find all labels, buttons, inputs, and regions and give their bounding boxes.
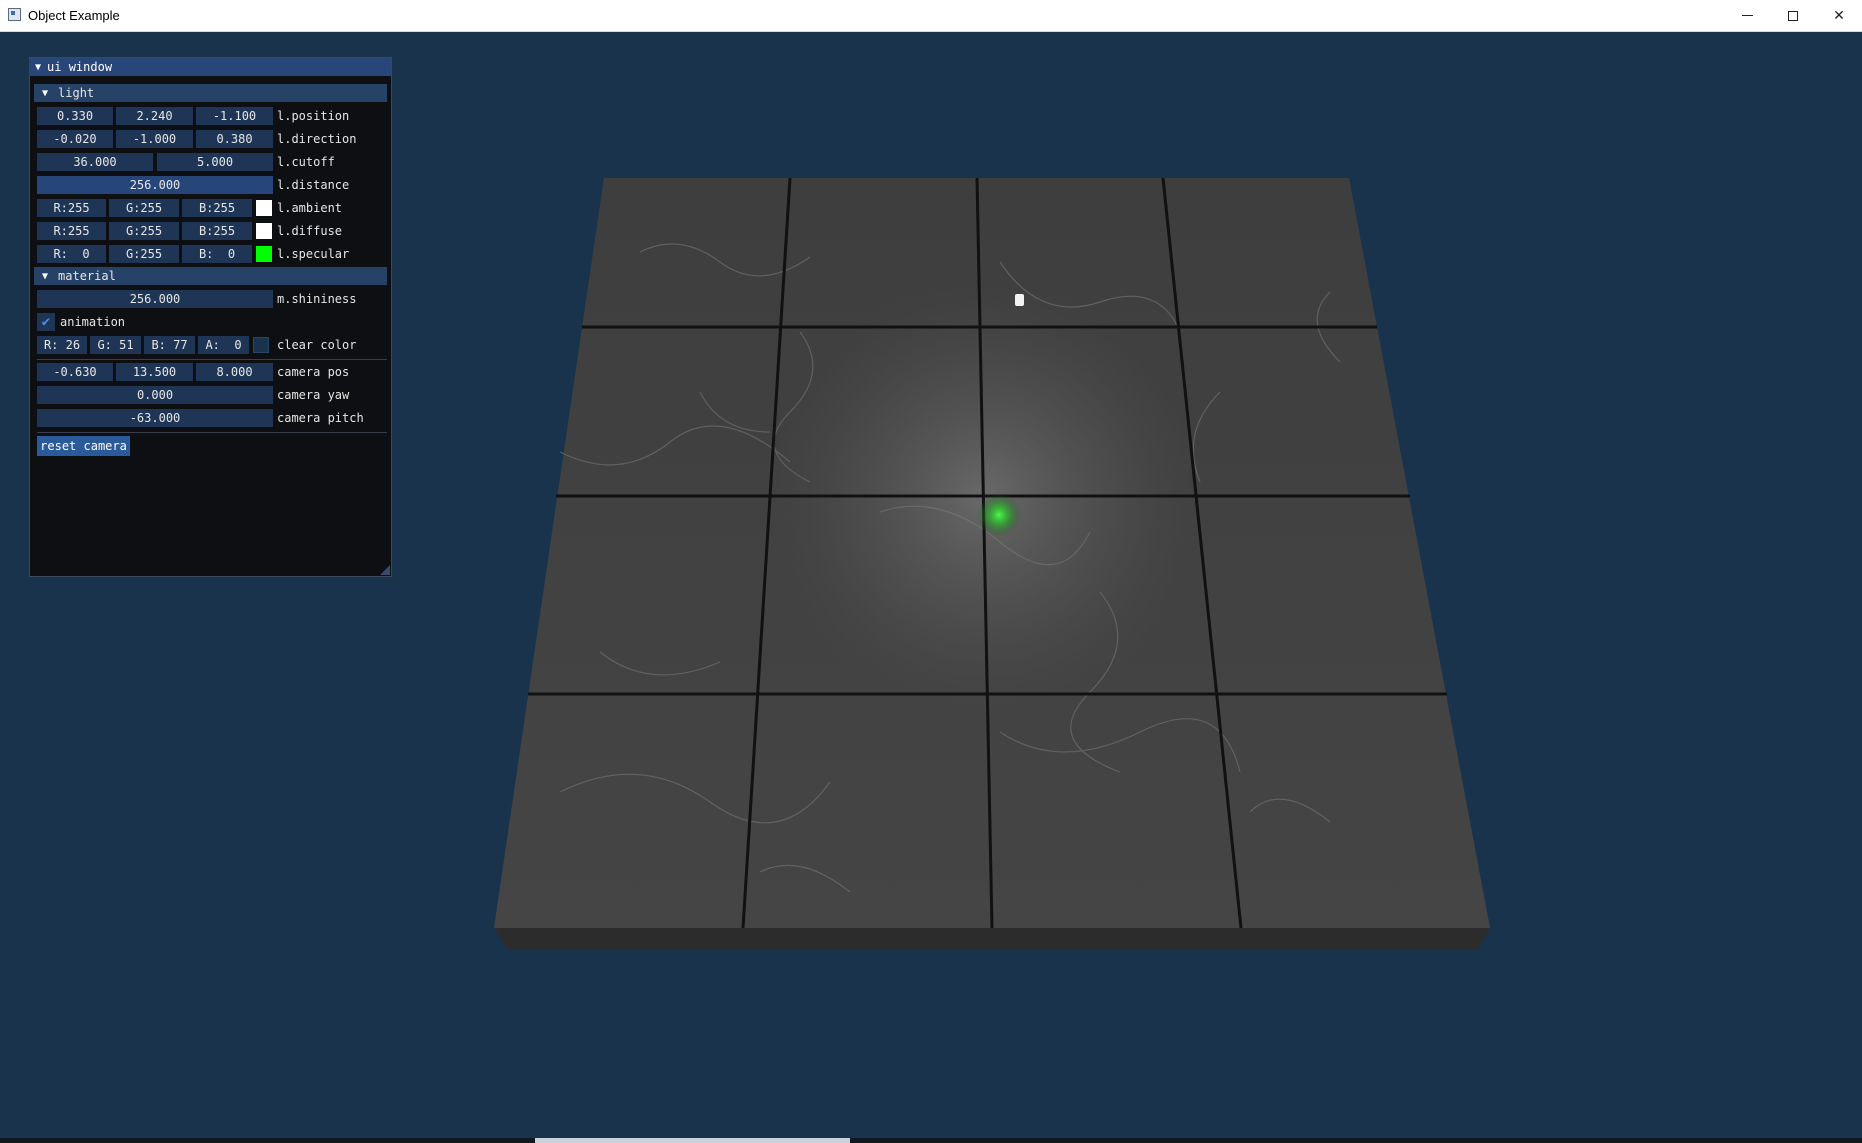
material-shininess-slider[interactable]: 256.000 xyxy=(37,290,273,308)
clear-color-g[interactable]: G: 51 xyxy=(90,336,141,354)
light-diffuse-label: l.diffuse xyxy=(277,224,343,238)
light-distance-slider[interactable]: 256.000 xyxy=(37,176,273,194)
collapse-arrow-icon[interactable]: ▼ xyxy=(35,62,41,73)
light-header-label: light xyxy=(58,86,95,100)
light-position-y[interactable]: 2.240 xyxy=(116,107,193,125)
light-section-header[interactable]: ▼ light xyxy=(34,84,387,102)
light-position-z[interactable]: -1.100 xyxy=(196,107,273,125)
ui-window-title: ui window xyxy=(47,60,113,74)
light-direction-label: l.direction xyxy=(277,132,357,146)
minimize-icon xyxy=(1741,15,1753,16)
minimize-button[interactable] xyxy=(1724,0,1770,31)
light-ambient-label: l.ambient xyxy=(277,201,343,215)
taskbar-edge xyxy=(0,1138,1862,1143)
light-position-x[interactable]: 0.330 xyxy=(37,107,113,125)
camera-pitch-slider[interactable]: -63.000 xyxy=(37,409,273,427)
close-icon: ✕ xyxy=(1833,7,1845,24)
camera-yaw-label: camera yaw xyxy=(277,388,350,402)
clear-color-label: clear color xyxy=(277,338,357,352)
camera-yaw-slider[interactable]: 0.000 xyxy=(37,386,273,404)
material-section-header[interactable]: ▼ material xyxy=(34,267,387,285)
material-shininess-label: m.shininess xyxy=(277,292,357,306)
ui-window-titlebar[interactable]: ▼ ui window xyxy=(30,58,391,76)
clear-color-swatch[interactable] xyxy=(253,337,269,353)
separator xyxy=(37,359,387,360)
window-titlebar[interactable]: Object Example ✕ xyxy=(0,0,1862,32)
light-distance-label: l.distance xyxy=(277,178,350,192)
animation-checkbox[interactable]: ✔ xyxy=(37,313,55,331)
light-specular-g[interactable]: G:255 xyxy=(109,245,179,263)
material-collapse-arrow-icon: ▼ xyxy=(42,270,49,282)
light-diffuse-g[interactable]: G:255 xyxy=(109,222,179,240)
light-marker xyxy=(1015,294,1024,306)
window-title: Object Example xyxy=(28,8,120,23)
light-cutoff-label: l.cutoff xyxy=(277,155,335,169)
light-specular-label: l.specular xyxy=(277,247,350,261)
light-ambient-swatch[interactable] xyxy=(256,200,272,216)
camera-pitch-label: camera pitch xyxy=(277,411,364,425)
clear-color-r[interactable]: R: 26 xyxy=(37,336,87,354)
light-specular-r[interactable]: R: 0 xyxy=(37,245,106,263)
light-direction-x[interactable]: -0.020 xyxy=(37,130,113,148)
floor-edge xyxy=(494,928,1490,950)
light-specular-b[interactable]: B: 0 xyxy=(182,245,252,263)
light-specular-swatch[interactable] xyxy=(256,246,272,262)
light-ambient-r[interactable]: R:255 xyxy=(37,199,106,217)
app-icon xyxy=(8,8,21,21)
maximize-button[interactable] xyxy=(1770,0,1816,31)
light-ambient-g[interactable]: G:255 xyxy=(109,199,179,217)
ui-window[interactable]: ▼ ui window ▼ light 0.330 2.240 -1.100 l… xyxy=(29,57,392,577)
clear-color-a[interactable]: A: 0 xyxy=(198,336,249,354)
checkmark-icon: ✔ xyxy=(41,314,51,330)
light-diffuse-r[interactable]: R:255 xyxy=(37,222,106,240)
resize-grip-icon[interactable] xyxy=(380,565,390,575)
close-button[interactable]: ✕ xyxy=(1816,0,1862,31)
camera-pos-z[interactable]: 8.000 xyxy=(196,363,273,381)
maximize-icon xyxy=(1788,10,1798,21)
camera-pos-x[interactable]: -0.630 xyxy=(37,363,113,381)
light-cutoff-outer[interactable]: 5.000 xyxy=(157,153,273,171)
separator xyxy=(37,432,387,433)
reset-camera-button[interactable]: reset camera xyxy=(37,436,130,456)
light-direction-z[interactable]: 0.380 xyxy=(196,130,273,148)
light-position-label: l.position xyxy=(277,109,350,123)
clear-color-b[interactable]: B: 77 xyxy=(144,336,195,354)
light-diffuse-swatch[interactable] xyxy=(256,223,272,239)
light-cutoff-inner[interactable]: 36.000 xyxy=(37,153,153,171)
camera-pos-label: camera pos xyxy=(277,365,350,379)
specular-highlight xyxy=(977,493,1021,537)
light-diffuse-b[interactable]: B:255 xyxy=(182,222,252,240)
camera-pos-y[interactable]: 13.500 xyxy=(116,363,193,381)
light-collapse-arrow-icon: ▼ xyxy=(42,87,49,99)
animation-label: animation xyxy=(60,315,126,329)
light-direction-y[interactable]: -1.000 xyxy=(116,130,193,148)
light-ambient-b[interactable]: B:255 xyxy=(182,199,252,217)
material-header-label: material xyxy=(58,269,116,283)
